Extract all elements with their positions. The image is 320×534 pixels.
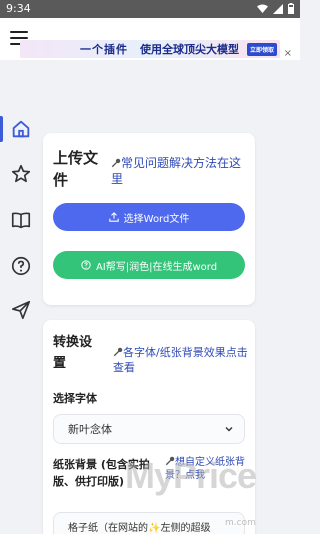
- settings-card: 转换设置 各字体/纸张背景效果点击查看 选择字体 新叶念体 纸张背景 (包含实拍…: [43, 320, 255, 534]
- status-time: 9:34: [6, 2, 31, 15]
- banner-close-icon[interactable]: ×: [284, 48, 292, 59]
- watermark: MyPrice: [125, 455, 257, 496]
- faq-link-text: 常见问题解决方法在这里: [111, 156, 242, 186]
- home-icon[interactable]: [10, 118, 32, 140]
- book-icon[interactable]: [10, 209, 32, 231]
- send-icon[interactable]: [10, 299, 32, 321]
- banner-cta[interactable]: 立即领取: [247, 42, 278, 56]
- paper-select-value: 格子纸（在网站的✨左侧的超级: [68, 522, 211, 534]
- upload-title: 上传文件: [53, 149, 99, 189]
- help-circle-icon: [81, 260, 91, 270]
- upload-icon: [108, 212, 119, 222]
- font-label: 选择字体: [53, 392, 97, 405]
- wifi-icon: [257, 4, 268, 13]
- banner-text-primary: 一个插件: [80, 43, 128, 56]
- font-select[interactable]: 新叶念体: [53, 414, 245, 444]
- key-icon: [113, 347, 123, 357]
- ad-banner[interactable]: 一个插件 使用全球顶尖大模型 立即领取: [20, 40, 280, 58]
- watermark-sub: m.com: [225, 518, 256, 528]
- chevron-down-icon: [225, 427, 233, 432]
- select-word-file-label: 选择Word文件: [123, 213, 190, 225]
- ai-write-button[interactable]: AI帮写|润色|在线生成word: [53, 251, 245, 279]
- banner-text-secondary: 使用全球顶尖大模型: [140, 43, 239, 56]
- status-bar: 9:34: [0, 0, 300, 18]
- effect-preview-link[interactable]: 各字体/纸张背景效果点击查看: [113, 345, 251, 375]
- nav-active-indicator: [0, 116, 3, 142]
- faq-link[interactable]: 常见问题解决方法在这里: [111, 155, 251, 187]
- ai-write-label: AI帮写|润色|在线生成word: [95, 261, 218, 273]
- star-icon[interactable]: [10, 163, 32, 185]
- effect-preview-text: 各字体/纸张背景效果点击查看: [113, 346, 248, 374]
- top-app-bar: 一个插件 使用全球顶尖大模型 立即领取 ×: [0, 18, 300, 60]
- help-icon[interactable]: [10, 255, 32, 277]
- paper-select[interactable]: 格子纸（在网站的✨左侧的超级: [53, 512, 245, 534]
- font-select-value: 新叶念体: [68, 423, 112, 436]
- key-icon: [111, 158, 121, 168]
- signal-icon: [273, 3, 283, 14]
- settings-title: 转换设置: [53, 335, 93, 371]
- select-word-file-button[interactable]: 选择Word文件: [53, 203, 245, 231]
- battery-icon: [288, 3, 294, 14]
- upload-card: 上传文件 常见问题解决方法在这里 选择Word文件 AI帮写|润色|在线生成wo…: [43, 133, 255, 305]
